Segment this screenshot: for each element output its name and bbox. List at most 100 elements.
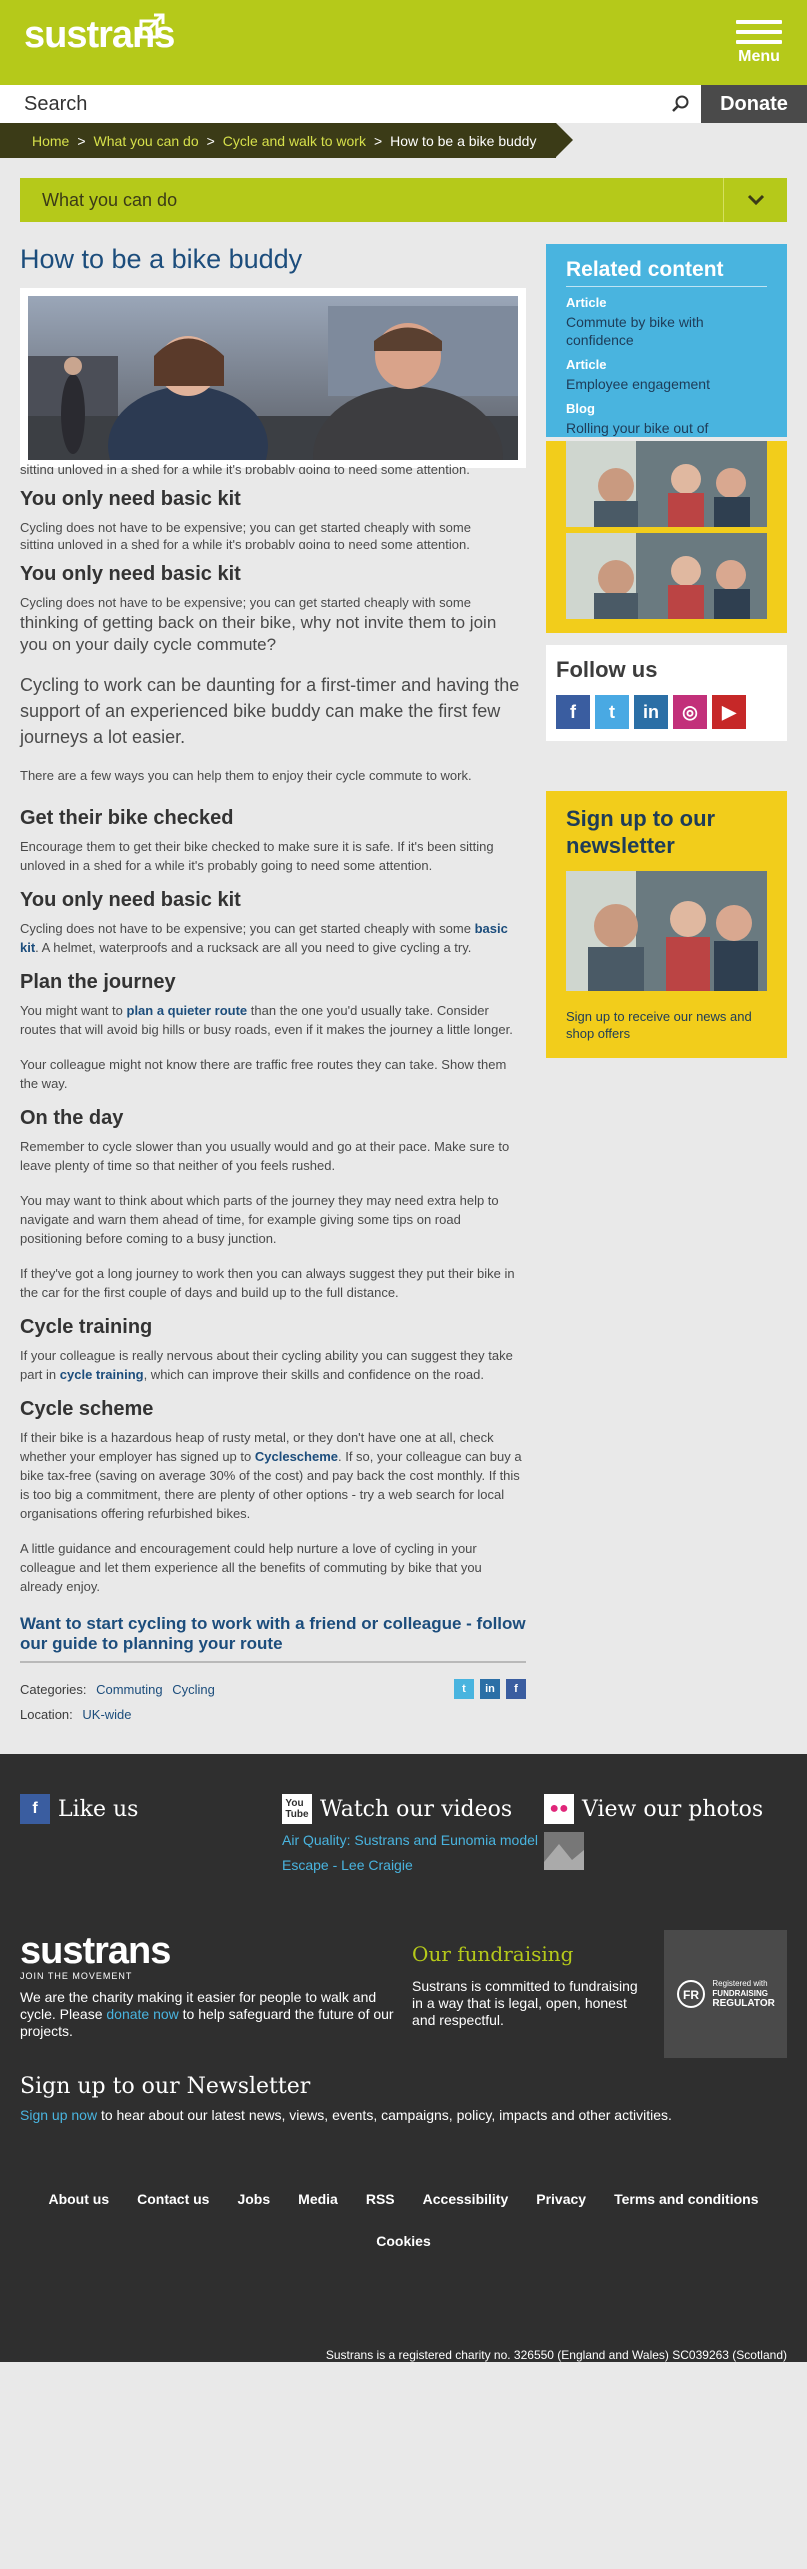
flickr-icon: ●● — [544, 1794, 574, 1824]
article: How to be a bike buddy sitting unloved i… — [20, 244, 526, 1722]
share-buttons: t in f — [454, 1679, 526, 1699]
follow-title: Follow us — [556, 657, 658, 682]
paragraph: Remember to cycle slower than you usuall… — [20, 1139, 510, 1173]
fundraising-text: Sustrans is committed to fundraising in … — [412, 1978, 638, 2028]
facebook-icon[interactable]: f — [556, 695, 590, 729]
paragraph: A little guidance and encouragement coul… — [20, 1541, 482, 1594]
footer-logo[interactable]: sustrans — [20, 1930, 394, 1973]
heading-plan-journey: Plan the journey — [20, 971, 176, 993]
footer-link-cookies[interactable]: Cookies — [376, 2233, 430, 2249]
paragraph: If your colleague is really nervous abou… — [20, 1348, 513, 1382]
overlap-text: sitting unloved in a shed for a while it… — [20, 462, 470, 474]
breadcrumb: Home > What you can do > Cycle and walk to… — [0, 123, 574, 158]
linkedin-share-icon[interactable]: in — [480, 1679, 500, 1699]
page-title: How to be a bike buddy — [20, 244, 303, 274]
heading-cycle-scheme: Cycle scheme — [20, 1398, 154, 1420]
related-item[interactable]: Article Commute by bike with confidence — [566, 295, 767, 349]
heading-cycle-training: Cycle training — [20, 1316, 153, 1338]
hamburger-icon — [736, 20, 782, 44]
category-commuting[interactable]: Commuting — [96, 1682, 162, 1697]
footer-link-jobs[interactable]: Jobs — [237, 2191, 270, 2207]
cycle-training-link[interactable]: cycle training — [60, 1367, 144, 1382]
newsletter-photo — [566, 871, 767, 991]
video-link[interactable]: Escape - Lee Craigie — [282, 1857, 544, 1874]
related-photo[interactable] — [566, 441, 767, 527]
chevron-down-icon[interactable] — [723, 178, 787, 222]
footer-link-media[interactable]: Media — [298, 2191, 338, 2207]
fundraising-regulator-badge[interactable]: FR Registered with FUNDRAISING REGULATOR — [664, 1930, 787, 2058]
paragraph: Cycling does not have to be expensive; y… — [20, 520, 471, 535]
breadcrumb-home[interactable]: Home — [32, 133, 69, 149]
breadcrumb-what-you-can-do[interactable]: What you can do — [94, 133, 199, 149]
site-footer: f Like us You Tube Watch our videos Air Q… — [0, 1754, 807, 2362]
lead-paragraph: Cycling to work can be daunting for a fi… — [20, 675, 520, 747]
paragraph: There are a few ways you can help them t… — [20, 768, 472, 783]
heading-bike-checked: Get their bike checked — [20, 807, 234, 829]
search-bar: Donate — [0, 85, 807, 123]
paragraph: You might want to plan a quieter route t… — [20, 1003, 513, 1037]
footer-newsletter: Sign up to our Newsletter Sign up now to… — [20, 2074, 787, 2123]
heading-on-the-day: On the day — [20, 1107, 124, 1129]
facebook-icon: f — [20, 1794, 50, 1824]
like-us-link[interactable]: f Like us — [20, 1794, 282, 1824]
menu-button[interactable]: Menu — [736, 20, 782, 66]
breadcrumb-bar: Home > What you can do > Cycle and walk to… — [0, 123, 807, 158]
newsletter-text: Sign up to receive our news and shop off… — [566, 1009, 752, 1041]
paragraph: Your colleague might not know there are … — [20, 1057, 507, 1091]
footer-link-about[interactable]: About us — [48, 2191, 109, 2207]
donate-button[interactable]: Donate — [701, 85, 807, 123]
photo-thumbnail[interactable] — [544, 1832, 584, 1870]
related-photo[interactable] — [566, 533, 767, 619]
location-link[interactable]: UK-wide — [82, 1707, 131, 1722]
breadcrumb-current: How to be a bike buddy — [390, 132, 537, 149]
footer-link-privacy[interactable]: Privacy — [536, 2191, 586, 2207]
quieter-route-link[interactable]: plan a quieter route — [127, 1003, 248, 1018]
section-heading: You only need basic kit — [20, 563, 241, 585]
related-item[interactable]: Blog Rolling your bike out of — [566, 401, 767, 437]
facebook-share-icon[interactable]: f — [506, 1679, 526, 1699]
paragraph: Cycling does not have to be expensive; y… — [20, 595, 471, 610]
videos-heading[interactable]: You Tube Watch our videos — [282, 1794, 544, 1824]
section-heading: You only need basic kit — [20, 488, 241, 510]
logo-arrow-icon — [139, 13, 165, 39]
paragraph: If their bike is a hazardous heap of rus… — [20, 1430, 522, 1521]
paragraph: You may want to think about which parts … — [20, 1193, 499, 1246]
footer-link-contact[interactable]: Contact us — [137, 2191, 209, 2207]
linkedin-icon[interactable]: in — [634, 695, 668, 729]
related-photos — [546, 441, 787, 633]
fundraising-title: Our fundraising — [412, 1942, 574, 1966]
footer-links: About us Contact us Jobs Media RSS Acces… — [20, 2191, 787, 2207]
cyclescheme-link[interactable]: Cyclescheme — [255, 1449, 338, 1464]
related-item[interactable]: Article Employee engagement — [566, 357, 767, 393]
section-dropdown[interactable]: What you can do — [20, 178, 787, 222]
svg-text:FR: FR — [683, 1988, 699, 2002]
donate-now-link[interactable]: donate now — [106, 2006, 178, 2022]
paragraph: If they've got a long journey to work th… — [20, 1266, 515, 1300]
footer-link-terms[interactable]: Terms and conditions — [614, 2191, 758, 2207]
related-content: Related content Article Commute by bike … — [546, 244, 787, 437]
video-link[interactable]: Air Quality: Sustrans and Eunomia model — [282, 1832, 544, 1849]
category-cycling[interactable]: Cycling — [172, 1682, 215, 1697]
search-input[interactable] — [0, 85, 661, 123]
newsletter-signup[interactable]: Sign up to our newsletter Sign up to rec… — [546, 791, 787, 1058]
footer-link-rss[interactable]: RSS — [366, 2191, 395, 2207]
footer-newsletter-title: Sign up to our Newsletter — [20, 2074, 311, 2099]
plan-route-cta-link[interactable]: Want to start cycling to work with a fri… — [20, 1614, 526, 1663]
footer-link-accessibility[interactable]: Accessibility — [423, 2191, 509, 2207]
breadcrumb-cycle-walk-work[interactable]: Cycle and walk to work — [223, 133, 366, 149]
sidebar: Related content Article Commute by bike … — [546, 244, 787, 1722]
sign-up-now-link[interactable]: Sign up now — [20, 2107, 97, 2123]
overlap-text: sitting unloved in a shed for a while it… — [20, 537, 470, 549]
legal-text: Sustrans is a registered charity no. 326… — [325, 2348, 787, 2362]
youtube-icon[interactable]: ▶ — [712, 695, 746, 729]
photos-heading[interactable]: ●● View our photos — [544, 1794, 784, 1824]
twitter-share-icon[interactable]: t — [454, 1679, 474, 1699]
related-title: Related content — [566, 258, 767, 287]
paragraph: Encourage them to get their bike checked… — [20, 839, 494, 873]
search-button[interactable] — [661, 85, 701, 123]
fundraising-block: Our fundraising Sustrans is committed to… — [412, 1942, 642, 2058]
newsletter-title: Sign up to our newsletter — [566, 806, 716, 858]
instagram-icon[interactable]: ◎ — [673, 695, 707, 729]
site-header: sustrans Menu — [0, 0, 807, 85]
twitter-icon[interactable]: t — [595, 695, 629, 729]
